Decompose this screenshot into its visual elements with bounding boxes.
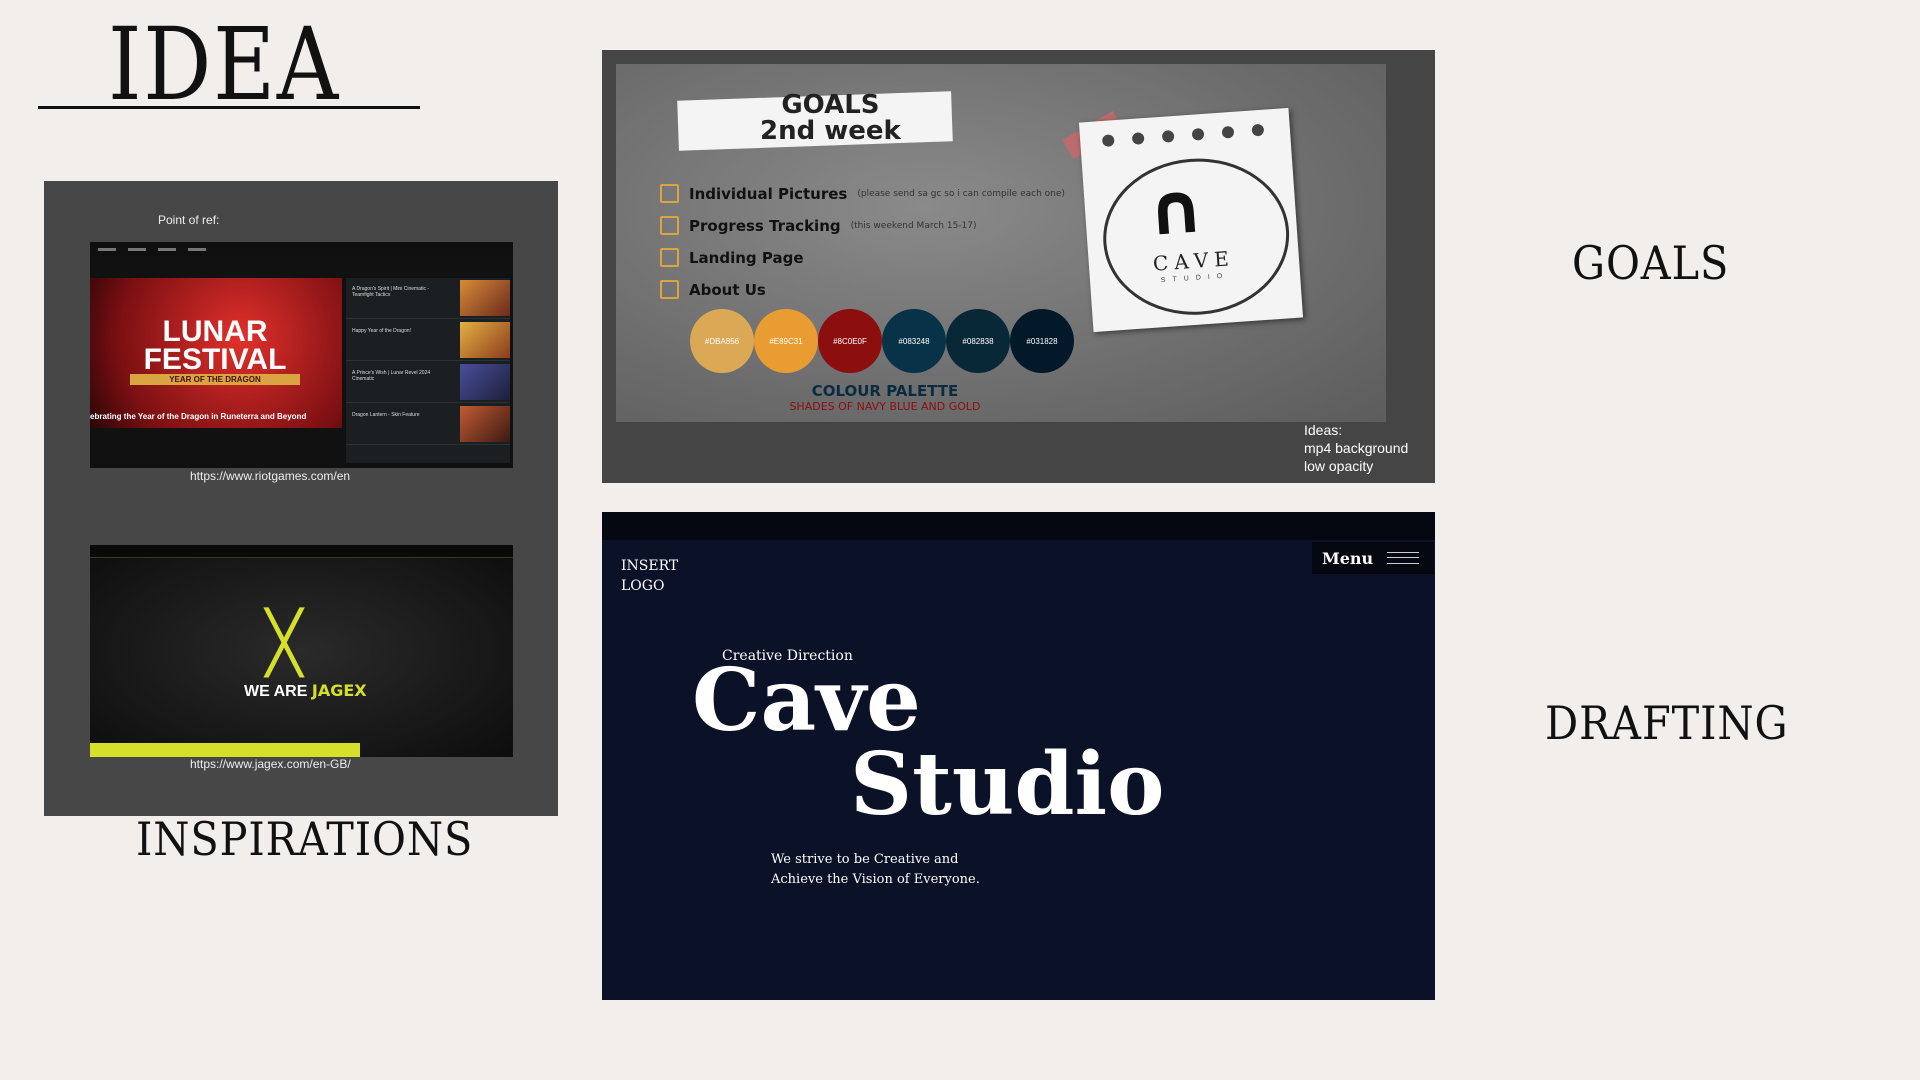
checkbox[interactable] — [660, 216, 679, 235]
riot-news-list: A Dragon's Spirit | Mini Cinematic - Tea… — [346, 278, 510, 463]
hero-title-line-2: FESTIVAL — [143, 343, 287, 376]
checklist-item[interactable]: Landing Page — [660, 248, 1065, 267]
logo-note-card: ∩ CAVE STUDIO — [1078, 107, 1304, 333]
hero-caption: ebrating the Year of the Dragon in Runet… — [90, 412, 307, 421]
riot-screenshot: LUNAR FESTIVAL YEAR OF THE DRAGON ebrati… — [90, 242, 513, 468]
tagline: We strive to be Creative and Achieve the… — [771, 850, 980, 890]
ideas-line: low opacity — [1304, 458, 1374, 474]
inspirations-heading: INSPIRATIONS — [136, 812, 474, 866]
ideas-line: Ideas: — [1304, 422, 1343, 438]
checklist-note: (please send sa gc so i can compile each… — [857, 188, 1065, 199]
checklist-label: Landing Page — [689, 248, 804, 267]
thumbnail-image — [460, 406, 510, 442]
palette-swatch: #DBA856 — [690, 309, 754, 373]
list-item-title: A Dragon's Spirit | Mini Cinematic - Tea… — [352, 286, 429, 298]
headline-cave: Cave — [692, 650, 921, 751]
goals-heading-line-2: 2nd week — [760, 116, 901, 146]
title-underline — [38, 106, 420, 109]
checkbox[interactable] — [660, 280, 679, 299]
checklist-note: (this weekend March 15-17) — [850, 220, 977, 231]
checklist-item[interactable]: Individual Pictures (please send sa gc so… — [660, 184, 1065, 203]
tagline-line-2: Achieve the Vision of Everyone. — [771, 872, 980, 887]
jagex-accent-bar — [90, 743, 360, 757]
list-item-title: Dragon Lantern - Skin Feature — [352, 412, 420, 418]
hamburger-icon — [1387, 552, 1420, 564]
insert-logo-line-1: INSERT — [621, 558, 679, 574]
ideas-note: Ideas: mp4 background low opacity — [1304, 421, 1408, 475]
cave-logo-icon: ∩ — [1144, 166, 1207, 252]
colour-palette: #DBA856 #E89C31 #8C0E0F #083248 #082838 … — [690, 309, 1074, 373]
list-item[interactable]: A Prince's Wish | Lunar Revel 2024 Cinem… — [346, 362, 510, 403]
checkbox[interactable] — [660, 184, 679, 203]
palette-swatch: #031828 — [1010, 309, 1074, 373]
riot-hero-banner: LUNAR FESTIVAL YEAR OF THE DRAGON — [90, 278, 342, 428]
riot-nav-bar — [90, 242, 513, 256]
jagex-logo-icon: ╳ — [266, 608, 303, 678]
insert-logo-line-2: LOGO — [621, 578, 665, 594]
goals-section-heading: GOALS — [1572, 236, 1730, 290]
thumbnail-image — [460, 364, 510, 400]
point-of-ref-label: Point of ref: — [158, 213, 220, 227]
jagex-tagline-yellow: JAGEX — [311, 681, 367, 700]
list-item[interactable]: A Dragon's Spirit | Mini Cinematic - Tea… — [346, 278, 510, 319]
palette-swatch: #8C0E0F — [818, 309, 882, 373]
checkbox[interactable] — [660, 248, 679, 267]
palette-swatch: #E89C31 — [754, 309, 818, 373]
jagex-tagline-white: WE ARE — [244, 683, 312, 700]
list-item[interactable]: Dragon Lantern - Skin Feature — [346, 404, 510, 445]
list-item-title: Happy Year of the Dragon! — [352, 328, 411, 334]
thumbnail-image — [460, 280, 510, 316]
ideas-line: mp4 background — [1304, 440, 1409, 456]
palette-swatch: #083248 — [882, 309, 946, 373]
palette-swatch: #082838 — [946, 309, 1010, 373]
insert-logo-placeholder: INSERT LOGO — [621, 556, 678, 596]
checklist-label: About Us — [689, 280, 766, 299]
drafting-section-heading: DRAFTING — [1545, 696, 1789, 750]
goals-heading-line-1: GOALS — [781, 90, 880, 120]
palette-title: COLOUR PALETTE — [811, 382, 959, 400]
checklist-label: Progress Tracking — [689, 216, 841, 235]
drafting-top-bar — [602, 512, 1435, 540]
headline-studio: Studio — [850, 734, 1165, 835]
tagline-line-1: We strive to be Creative and — [771, 852, 959, 867]
list-item[interactable]: Happy Year of the Dragon! — [346, 320, 510, 361]
palette-subtitle: SHADES OF NAVY BLUE AND GOLD — [789, 400, 981, 413]
jagex-screenshot: ╳ WE ARE JAGEX — [90, 545, 513, 757]
goals-checklist: Individual Pictures (please send sa gc so… — [660, 184, 1065, 299]
menu-button[interactable]: Menu — [1312, 542, 1434, 574]
jagex-url: https://www.jagex.com/en-GB/ — [190, 757, 351, 771]
menu-label: Menu — [1322, 548, 1374, 568]
thumbnail-image — [460, 322, 510, 358]
riot-url: https://www.riotgames.com/en — [190, 469, 351, 483]
checklist-item[interactable]: About Us — [660, 280, 1065, 299]
checklist-label: Individual Pictures — [689, 184, 848, 203]
hero-title-line-1: LUNAR — [162, 315, 268, 348]
checklist-item[interactable]: Progress Tracking (this weekend March 15-… — [660, 216, 1065, 235]
jagex-nav-bar — [90, 545, 513, 558]
list-item-title: A Prince's Wish | Lunar Revel 2024 Cinem… — [352, 370, 431, 382]
